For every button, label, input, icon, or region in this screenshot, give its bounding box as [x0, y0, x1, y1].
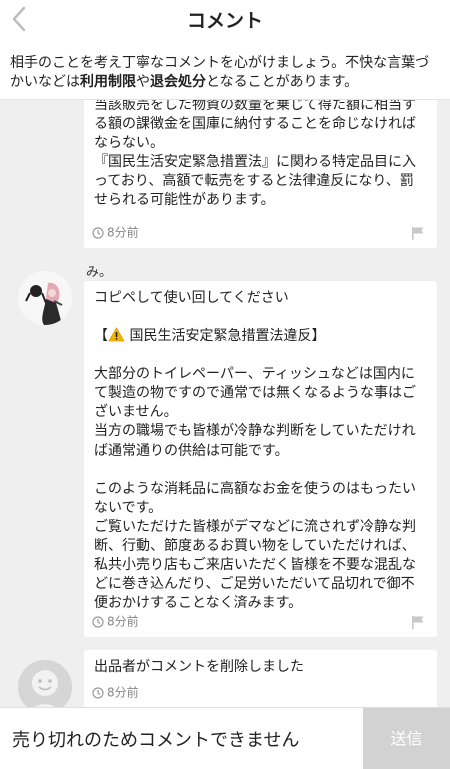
report-flag-icon[interactable] — [411, 615, 425, 629]
comment-bubble: 当該販売をした物資の数量を乗じて得た額に相当する額の課徴金を国庫に納付することを… — [84, 100, 437, 248]
comment-username: み。 — [86, 265, 113, 280]
header-bar: コメント — [0, 0, 450, 40]
comment-meta: 8分前 — [92, 224, 139, 240]
clock-icon — [92, 226, 104, 239]
default-avatar-icon — [18, 660, 72, 707]
comment-text: 大部分のトイレペーパー、ティッシュなどは国内にて製造の物ですので通常では無くなる… — [94, 366, 416, 612]
report-flag-icon[interactable] — [411, 226, 425, 240]
usage-restriction-link[interactable]: 利用制限 — [80, 74, 136, 90]
comment-guideline-notice: 相手のことを考え丁寧なコメントを心がけましょう。不快な言葉づかいなどは利用制限や… — [0, 40, 450, 100]
comment-timestamp: 8分前 — [107, 685, 139, 700]
page-title: コメント — [186, 10, 263, 32]
deleted-comment-text: 出品者がコメントを削除しました — [94, 659, 304, 675]
comment-input-disabled: 売り切れのためコメントできません — [12, 730, 300, 751]
clock-icon — [92, 615, 104, 628]
comment-line: コピペして使い回してください — [94, 290, 289, 306]
law-violation-title: 国民生活安定緊急措置法違反】 — [129, 328, 326, 345]
comment-thread[interactable]: 当該販売をした物資の数量を乗じて得た額に相当する額の課徴金を国庫に納付することを… — [0, 100, 450, 707]
notice-text: となることがあります。 — [206, 74, 359, 90]
avatar[interactable] — [18, 271, 72, 325]
warning-icon — [108, 327, 125, 342]
comment-meta: 8分前 — [92, 613, 139, 629]
account-termination-link[interactable]: 退会処分 — [150, 74, 206, 90]
comment-bubble: コピペして使い回してください 【 国民生活安定緊急措置法違反】 大部分のトイレペ… — [84, 281, 437, 637]
comment-bubble: 出品者がコメントを削除しました 8分前 — [84, 650, 437, 707]
clock-icon — [92, 686, 104, 699]
comment-heading-line: 【 国民生活安定緊急措置法違反】 — [84, 308, 437, 346]
comment-timestamp: 8分前 — [107, 225, 139, 240]
avatar[interactable] — [18, 660, 72, 707]
bracket-text: 【 — [94, 328, 108, 345]
comment-meta: 8分前 — [92, 684, 139, 700]
comment-timestamp: 8分前 — [107, 614, 139, 629]
send-button[interactable]: 送信 — [363, 708, 450, 769]
comment-composer: 売り切れのためコメントできません 送信 — [0, 707, 450, 769]
user-avatar-image — [18, 271, 72, 325]
notice-text: や — [136, 74, 150, 90]
comment-text: 当該販売をした物資の数量を乗じて得た額に相当する額の課徴金を国庫に納付することを… — [94, 100, 416, 209]
